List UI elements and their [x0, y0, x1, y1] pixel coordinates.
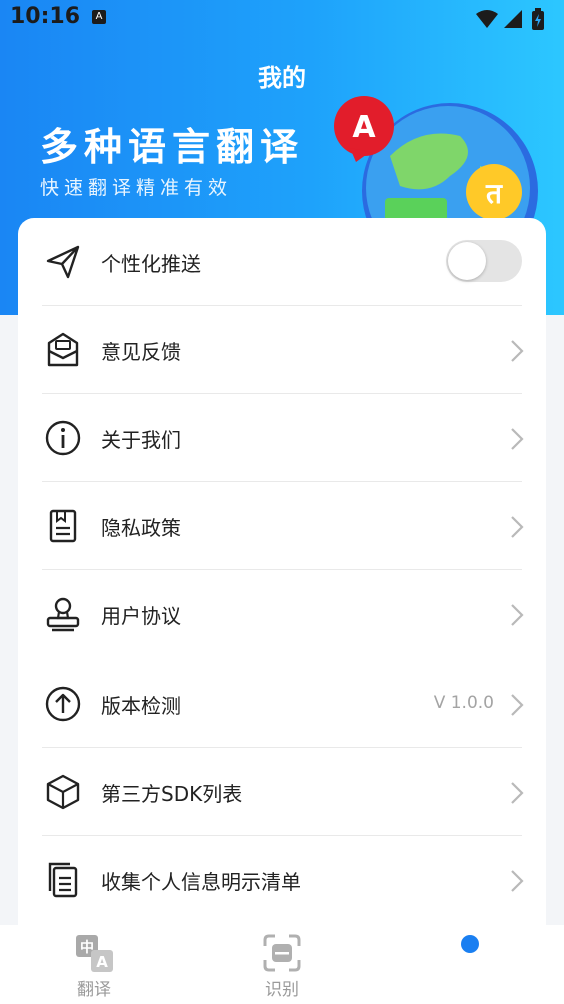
about-row[interactable]: 关于我们 [18, 394, 546, 482]
feedback-icon [47, 332, 79, 367]
slogan: 多种语言翻译 [40, 125, 305, 169]
tab-translate[interactable]: 中 A 翻译 [0, 925, 188, 1004]
battery-icon [532, 8, 544, 30]
chevron-right-icon [511, 340, 524, 362]
page-title: 我的 [258, 64, 306, 92]
chevron-right-icon [511, 782, 524, 804]
push-toggle[interactable] [446, 240, 522, 282]
notification-icon: A [92, 10, 106, 24]
push-setting-label: 个性化推送 [101, 252, 201, 276]
info-icon [45, 420, 81, 456]
privacy-policy-label: 隐私政策 [101, 516, 181, 540]
tab-recognize-label: 识别 [265, 980, 299, 1000]
third-party-sdk-row[interactable]: 第三方SDK列表 [18, 748, 546, 836]
signal-icon [504, 10, 522, 28]
chevron-right-icon [511, 870, 524, 892]
version-value: V 1.0.0 [433, 693, 494, 713]
chevron-right-icon [511, 428, 524, 450]
upload-arrow-icon [45, 686, 81, 722]
user-agreement-row[interactable]: 用户协议 [18, 570, 546, 658]
svg-text:A: A [96, 953, 108, 971]
chevron-right-icon [511, 694, 524, 716]
globe-illustration: A त [334, 96, 538, 236]
tab-translate-label: 翻译 [77, 980, 111, 1000]
clipboard-list-icon [48, 862, 78, 898]
push-setting-row[interactable]: 个性化推送 [18, 218, 546, 306]
status-icons [476, 8, 544, 30]
settings-card: 个性化推送 意见反馈 关于我们 隐私政策 用户协议 版本检测 V 1.0.0 第… [18, 218, 546, 978]
cube-icon [46, 774, 80, 810]
tab-recognize[interactable]: 识别 [188, 925, 376, 1004]
about-label: 关于我们 [101, 428, 181, 452]
bottom-tab-bar: 中 A 翻译 识别 [0, 925, 564, 1004]
feedback-label: 意见反馈 [101, 340, 181, 364]
third-party-sdk-label: 第三方SDK列表 [101, 782, 243, 806]
status-time: 10:16 [10, 4, 81, 29]
translate-icon: 中 A [76, 935, 113, 972]
send-plane-icon [46, 245, 80, 279]
badge-b-text: त [485, 177, 503, 210]
privacy-policy-row[interactable]: 隐私政策 [18, 482, 546, 570]
version-check-row[interactable]: 版本检测 V 1.0.0 [18, 660, 546, 748]
tab-mine[interactable] [376, 925, 564, 1004]
personal-info-list-label: 收集个人信息明示清单 [101, 870, 301, 894]
chevron-right-icon [511, 516, 524, 538]
version-check-label: 版本检测 [101, 694, 181, 718]
status-bar: 10:16 A [0, 0, 564, 40]
wifi-icon [476, 10, 498, 28]
scan-icon [263, 934, 301, 972]
feedback-row[interactable]: 意见反馈 [18, 306, 546, 394]
speech-bubble-b-icon: त [466, 164, 522, 220]
badge-a-text: A [352, 110, 376, 145]
user-agreement-label: 用户协议 [101, 604, 181, 628]
sub-slogan: 快速翻译精准有效 [40, 177, 233, 199]
mine-dot-icon [461, 935, 479, 953]
personal-info-list-row[interactable]: 收集个人信息明示清单 [18, 836, 546, 924]
document-icon [49, 509, 77, 543]
user-stamp-icon [46, 597, 80, 632]
chevron-right-icon [511, 604, 524, 626]
